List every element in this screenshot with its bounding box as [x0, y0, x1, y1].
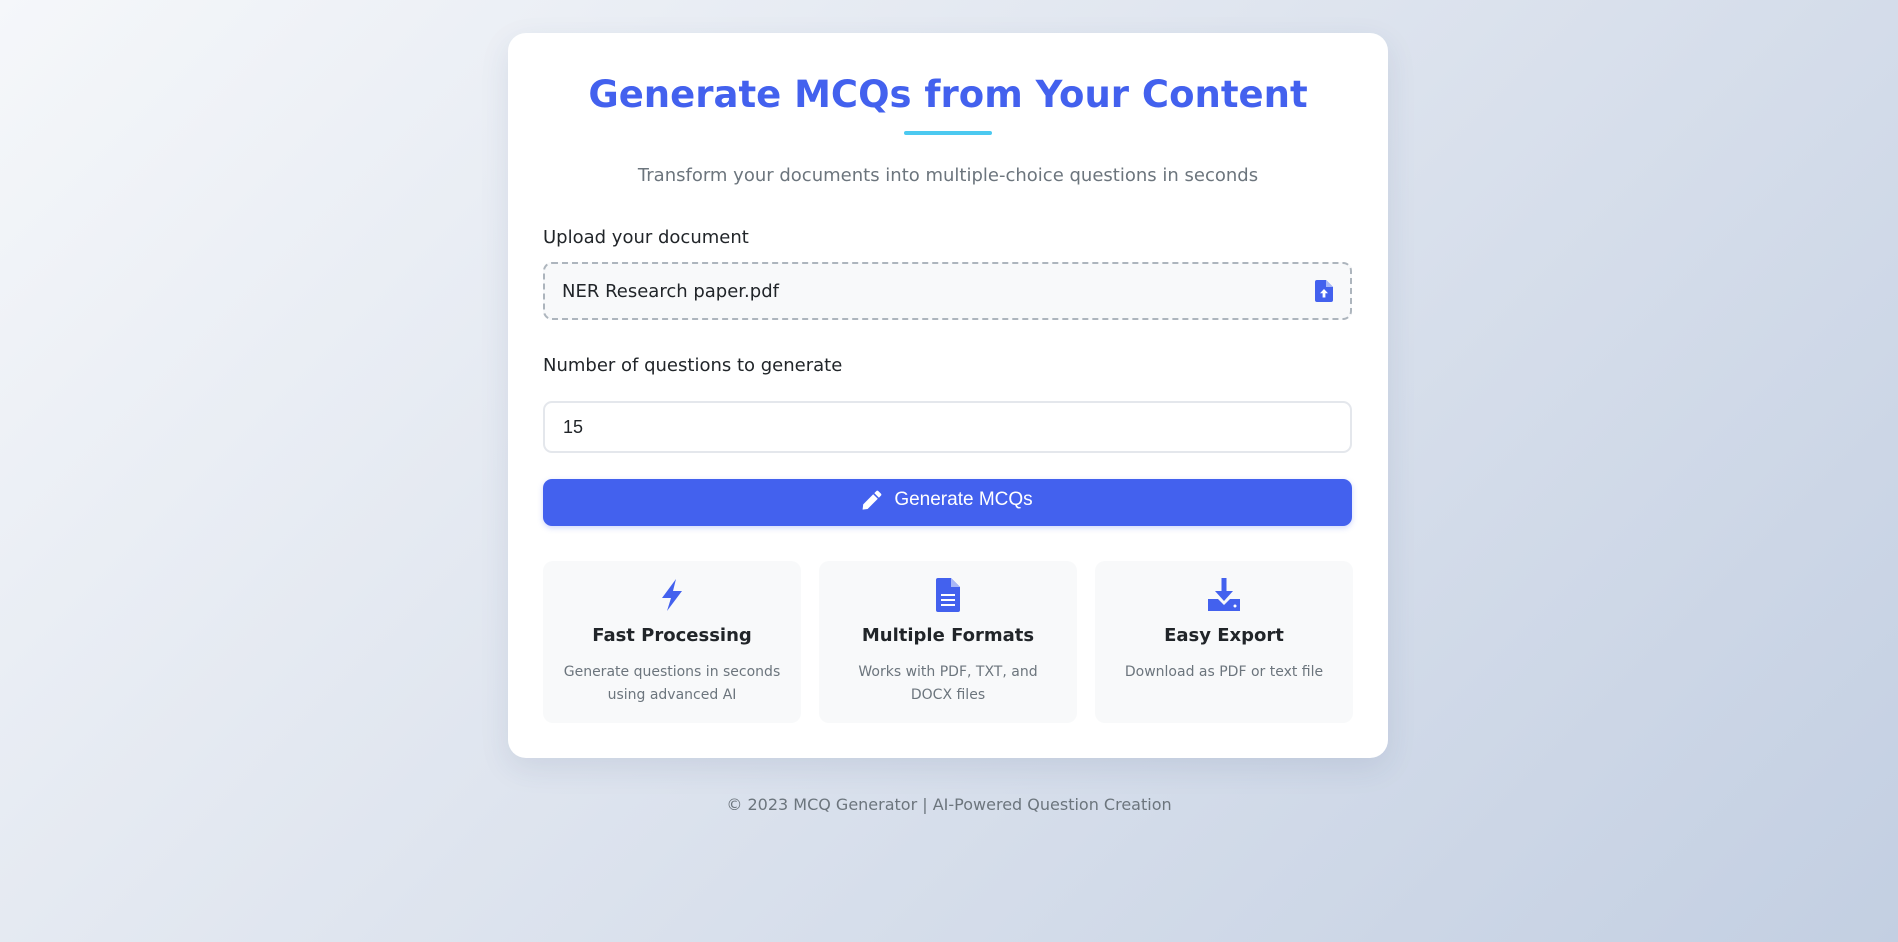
feature-title: Easy Export [1164, 625, 1284, 646]
generate-button-label: Generate MCQs [894, 489, 1033, 510]
page-subtitle: Transform your documents into multiple-c… [637, 165, 1259, 186]
generate-mcqs-button[interactable]: Generate MCQs [543, 479, 1352, 526]
footer-text: © 2023 MCQ Generator | AI-Powered Questi… [726, 795, 1172, 814]
bolt-icon [662, 579, 682, 611]
feature-description: Works with PDF, TXT, and DOCX files [858, 664, 1038, 703]
pencil-icon [862, 490, 882, 510]
file-text-icon [936, 578, 960, 612]
file-upload-icon [1315, 280, 1333, 302]
mcq-generator-card: Generate MCQs from Your Content Transfor… [508, 33, 1388, 758]
selected-file-name: NER Research paper.pdf [562, 281, 779, 302]
upload-label: Upload your document [543, 227, 749, 248]
page-title: Generate MCQs from Your Content [588, 73, 1308, 116]
feature-card-multiple-formats: Multiple Formats Works with PDF, TXT, an… [819, 561, 1077, 723]
feature-description: Generate questions in seconds using adva… [563, 664, 781, 703]
feature-card-easy-export: Easy Export Download as PDF or text file [1095, 561, 1353, 723]
title-underline [904, 131, 992, 135]
feature-description: Download as PDF or text file [1124, 664, 1324, 680]
file-upload-field[interactable]: NER Research paper.pdf [543, 262, 1352, 320]
questions-label: Number of questions to generate [543, 355, 843, 376]
question-count-input[interactable] [543, 401, 1352, 453]
feature-title: Multiple Formats [861, 625, 1035, 646]
feature-title: Fast Processing [592, 625, 752, 646]
download-icon [1208, 578, 1240, 611]
feature-card-fast-processing: Fast Processing Generate questions in se… [543, 561, 801, 723]
